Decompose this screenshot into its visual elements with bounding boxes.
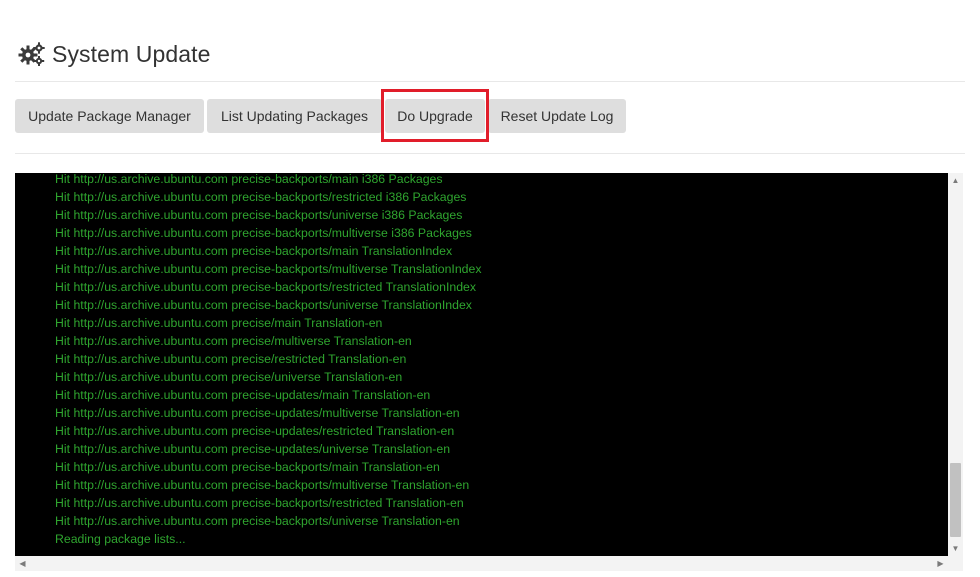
log-line: Hit http://us.archive.ubuntu.com precise…	[55, 173, 443, 186]
log-line: Hit http://us.archive.ubuntu.com precise…	[55, 334, 412, 348]
log-line: Hit http://us.archive.ubuntu.com precise…	[55, 226, 472, 240]
log-line: Hit http://us.archive.ubuntu.com precise…	[55, 370, 403, 384]
vertical-scroll-thumb[interactable]	[950, 463, 961, 537]
log-lines: Hit http://us.archive.ubuntu.com precise…	[55, 173, 482, 548]
log-line: Hit http://us.archive.ubuntu.com precise…	[55, 460, 440, 474]
log-line: Hit http://us.archive.ubuntu.com precise…	[55, 514, 460, 528]
update-log-console[interactable]: Hit http://us.archive.ubuntu.com precise…	[15, 173, 948, 556]
log-line: Hit http://us.archive.ubuntu.com precise…	[55, 280, 477, 294]
update-log-panel: Hit http://us.archive.ubuntu.com precise…	[15, 173, 963, 573]
horizontal-scrollbar[interactable]: ◀ ▶	[15, 556, 948, 571]
update-package-manager-button[interactable]: Update Package Manager	[15, 99, 204, 133]
page-header: System Update	[18, 38, 211, 70]
log-line: Hit http://us.archive.ubuntu.com precise…	[55, 190, 467, 204]
log-line: Hit http://us.archive.ubuntu.com precise…	[55, 208, 463, 222]
scroll-up-arrow-icon[interactable]: ▲	[948, 173, 963, 188]
log-line: Hit http://us.archive.ubuntu.com precise…	[55, 424, 455, 438]
log-line: Hit http://us.archive.ubuntu.com precise…	[55, 388, 431, 402]
log-line: Hit http://us.archive.ubuntu.com precise…	[55, 244, 453, 258]
header-divider	[15, 81, 965, 82]
list-updating-packages-button[interactable]: List Updating Packages	[207, 99, 382, 133]
log-line: Hit http://us.archive.ubuntu.com precise…	[55, 262, 482, 276]
log-line: Reading package lists...	[55, 532, 186, 546]
toolbar-divider	[15, 153, 965, 154]
scrollbar-corner	[948, 556, 963, 571]
gears-icon	[18, 42, 45, 66]
log-line: Hit http://us.archive.ubuntu.com precise…	[55, 352, 407, 366]
do-upgrade-button[interactable]: Do Upgrade	[385, 99, 485, 133]
log-line: Hit http://us.archive.ubuntu.com precise…	[55, 478, 470, 492]
log-line: Hit http://us.archive.ubuntu.com precise…	[55, 496, 464, 510]
scroll-right-arrow-icon[interactable]: ▶	[933, 556, 948, 571]
scroll-left-arrow-icon[interactable]: ◀	[15, 556, 30, 571]
log-line: Hit http://us.archive.ubuntu.com precise…	[55, 298, 472, 312]
reset-update-log-button[interactable]: Reset Update Log	[488, 99, 626, 133]
log-line: Hit http://us.archive.ubuntu.com precise…	[55, 316, 383, 330]
page-title: System Update	[52, 40, 211, 67]
scroll-down-arrow-icon[interactable]: ▼	[948, 541, 963, 556]
log-line: Hit http://us.archive.ubuntu.com precise…	[55, 442, 451, 456]
vertical-scrollbar[interactable]: ▲ ▼	[948, 173, 963, 556]
log-line: Hit http://us.archive.ubuntu.com precise…	[55, 406, 460, 420]
